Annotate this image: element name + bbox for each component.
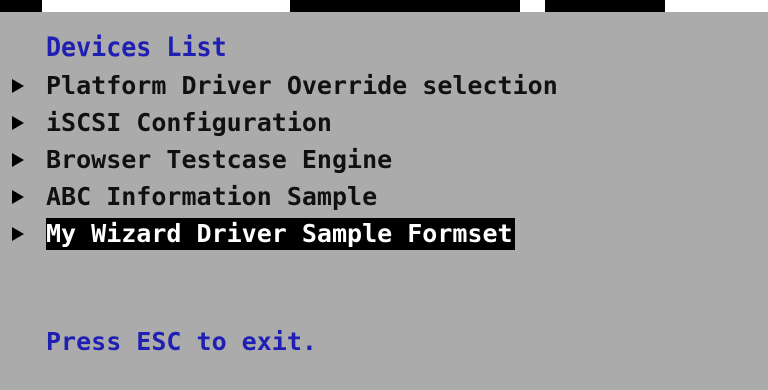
menu-item-browser-testcase-engine[interactable]: Browser Testcase Engine [0, 142, 768, 179]
menu-item-my-wizard-driver-sample-formset[interactable]: My Wizard Driver Sample Formset [0, 216, 768, 253]
page-title: Devices List [46, 32, 227, 63]
menu-item-label: iSCSI Configuration [46, 108, 332, 137]
exit-hint: Press ESC to exit. [46, 327, 317, 356]
top-strip-fragment [545, 0, 665, 12]
triangle-right-icon [12, 153, 24, 167]
menu-item-label: Platform Driver Override selection [46, 71, 558, 100]
setup-screen: Devices List Platform Driver Override se… [0, 12, 768, 390]
top-strip-fragment [0, 0, 42, 12]
menu-item-platform-driver-override[interactable]: Platform Driver Override selection [0, 68, 768, 105]
triangle-right-icon [12, 116, 24, 130]
menu-item-label: Browser Testcase Engine [46, 145, 393, 174]
devices-menu: Platform Driver Override selection iSCSI… [0, 68, 768, 253]
top-strip [0, 0, 768, 12]
menu-item-iscsi-configuration[interactable]: iSCSI Configuration [0, 105, 768, 142]
menu-item-label: My Wizard Driver Sample Formset [46, 218, 515, 250]
triangle-right-icon [12, 79, 24, 93]
top-strip-fragment [290, 0, 520, 12]
menu-item-label: ABC Information Sample [46, 182, 378, 211]
triangle-right-icon [12, 227, 24, 241]
triangle-right-icon [12, 190, 24, 204]
menu-item-abc-information-sample[interactable]: ABC Information Sample [0, 179, 768, 216]
